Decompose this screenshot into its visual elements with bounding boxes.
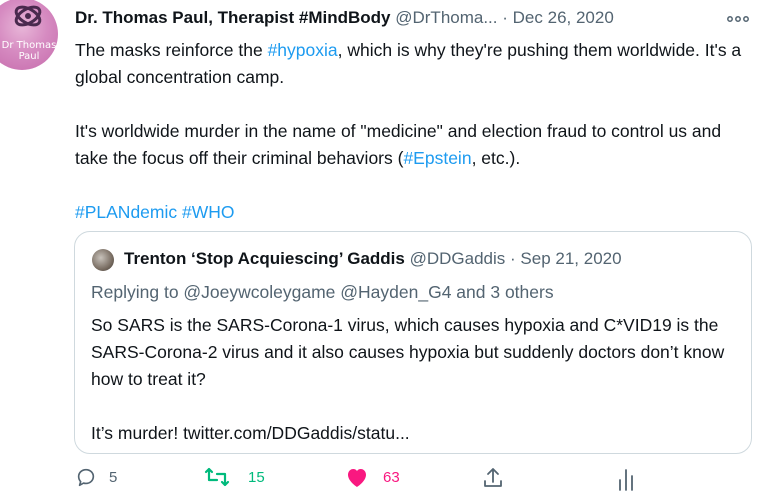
author-name[interactable]: Dr. Thomas Paul, Therapist #MindBody	[75, 8, 391, 27]
like-button[interactable]: 63	[345, 466, 400, 488]
hashtag-link[interactable]: #hypoxia	[268, 40, 338, 60]
retweet-count: 15	[248, 468, 265, 486]
quoted-tweet-header: Trenton ‘Stop Acquiescing’ Gaddis @DDGad…	[124, 249, 622, 269]
author-avatar[interactable]: Dr Thomas Paul	[0, 0, 58, 72]
tweet-header: Dr. Thomas Paul, Therapist #MindBody @Dr…	[75, 8, 614, 28]
avatar-label-line1: Dr Thomas	[1, 40, 57, 51]
tweet-text: The masks reinforce the #hypoxia, which …	[75, 37, 745, 226]
quoted-header-separator: ·	[510, 249, 516, 268]
tweet-paragraph-1: The masks reinforce the #hypoxia, which …	[75, 37, 745, 91]
more-icon[interactable]	[727, 10, 749, 26]
tweet-paragraph-2: It's worldwide murder in the name of "me…	[75, 118, 745, 172]
tweet-date[interactable]: Dec 26, 2020	[513, 8, 614, 27]
replying-to: Replying to @Joeywcoleygame @Hayden_G4 a…	[91, 282, 554, 302]
quoted-paragraph-1: So SARS is the SARS-Corona-1 virus, whic…	[91, 315, 725, 389]
tweet-text-span: , etc.).	[471, 148, 521, 168]
tweet-paragraph-3: #PLANdemic #WHO	[75, 199, 745, 226]
retweet-icon	[204, 467, 230, 487]
like-icon	[348, 469, 366, 487]
reply-button[interactable]: 5	[75, 466, 117, 488]
like-count: 63	[383, 468, 400, 486]
action-bar: 5 15 63	[0, 466, 761, 496]
quoted-author-avatar[interactable]	[92, 249, 114, 271]
quoted-tweet[interactable]: Trenton ‘Stop Acquiescing’ Gaddis @DDGad…	[74, 231, 752, 454]
quoted-tweet-date[interactable]: Sep 21, 2020	[520, 249, 621, 268]
analytics-icon	[619, 469, 633, 491]
tweet-text-span: It's worldwide murder in the name of "me…	[75, 121, 722, 168]
reply-icon	[77, 468, 95, 487]
reply-count: 5	[109, 468, 118, 486]
share-button[interactable]	[482, 466, 504, 490]
quoted-tweet-text: So SARS is the SARS-Corona-1 virus, whic…	[91, 312, 736, 447]
quoted-author-name[interactable]: Trenton ‘Stop Acquiescing’ Gaddis	[124, 249, 405, 268]
hashtag-link[interactable]: #WHO	[182, 202, 235, 222]
hashtag-link[interactable]: #Epstein	[403, 148, 471, 168]
quoted-paragraph-2: It’s murder! twitter.com/DDGaddis/statu.…	[91, 423, 410, 443]
tweet-text-span: The masks reinforce the	[75, 40, 268, 60]
header-separator: ·	[502, 8, 508, 27]
avatar-logo-icon	[14, 5, 42, 27]
quoted-author-handle[interactable]: @DDGaddis	[410, 249, 506, 268]
analytics-button[interactable]	[616, 466, 636, 492]
avatar-label-line2: Paul	[18, 51, 40, 62]
share-icon	[484, 468, 502, 487]
author-handle[interactable]: @DrThoma...	[395, 8, 497, 27]
retweet-button[interactable]: 15	[204, 466, 265, 488]
avatar-label: Dr Thomas Paul	[0, 40, 58, 62]
hashtag-link[interactable]: #PLANdemic	[75, 202, 177, 222]
